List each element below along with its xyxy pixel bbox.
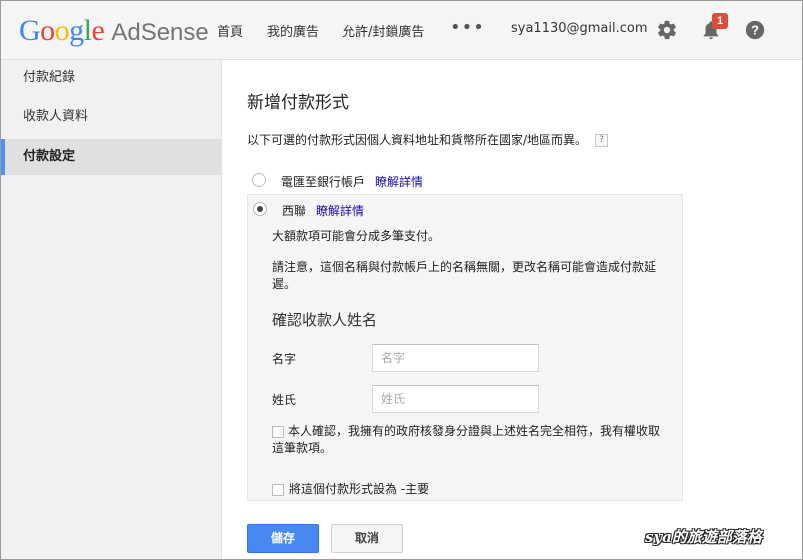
- split-payment-note: 大額款項可能會分成多筆支付。: [272, 229, 441, 243]
- western-union-panel: 西聯 瞭解詳情 大額款項可能會分成多筆支付。 請注意，這個名稱與付款帳戶上的名稱無…: [247, 194, 683, 501]
- nav-allow-block-ads[interactable]: 允許/封鎖廣告: [342, 21, 424, 40]
- more-menu-button[interactable]: •••: [450, 18, 485, 38]
- name-change-note: 請注意，這個名稱與付款帳戶上的名稱無關，更改名稱可能會造成付款延遲。: [272, 260, 657, 291]
- option-bank-transfer: 電匯至銀行帳戶 瞭解詳情: [281, 173, 423, 190]
- save-button[interactable]: 儲存: [247, 524, 319, 553]
- account-email[interactable]: sya1130@gmail.com: [511, 21, 648, 36]
- option-western-union: 西聯 瞭解詳情: [282, 202, 364, 219]
- notification-badge: 1: [712, 13, 728, 29]
- last-name-label: 姓氏: [272, 393, 297, 407]
- intro-text: 以下可選的付款形式因個人資料地址和貨幣所在國家/地區而異。?: [247, 131, 609, 148]
- top-header: Google AdSense 首頁 我的廣告 允許/封鎖廣告 ••• sya11…: [1, 1, 802, 60]
- sidebar-item-label: 收款人資料: [23, 109, 89, 124]
- confirm-name-heading: 確認收款人姓名: [272, 311, 378, 329]
- option-label: 電匯至銀行帳戶: [281, 175, 366, 189]
- last-name-input[interactable]: [372, 385, 539, 413]
- first-name-label: 名字: [272, 352, 297, 366]
- google-wordmark: Google: [19, 14, 105, 47]
- help-tooltip-icon[interactable]: ?: [595, 134, 609, 147]
- confirm-identity-text: 本人確認，我擁有的政府核發身分證與上述姓名完全相符，我有權收取這筆款項。: [272, 424, 661, 455]
- cancel-button[interactable]: 取消: [331, 524, 403, 553]
- adsense-window: Google AdSense 首頁 我的廣告 允許/封鎖廣告 ••• sya11…: [0, 0, 803, 560]
- main-content: 新增付款形式 以下可選的付款形式因個人資料地址和貨幣所在國家/地區而異。? 電匯…: [222, 60, 802, 559]
- option-label: 西聯: [282, 204, 307, 218]
- sidebar: 付款紀錄 收款人資料 付款設定: [1, 60, 222, 559]
- nav-my-ads[interactable]: 我的廣告: [267, 21, 319, 40]
- learn-more-link[interactable]: 瞭解詳情: [316, 204, 364, 218]
- page-title: 新增付款形式: [247, 93, 349, 113]
- svg-text:?: ?: [751, 23, 759, 38]
- watermark: sya的旅遊部落格: [645, 528, 762, 546]
- sidebar-item-payment-settings[interactable]: 付款設定: [1, 139, 221, 175]
- set-primary-checkbox[interactable]: [272, 484, 284, 496]
- gear-icon[interactable]: [656, 19, 678, 41]
- nav-home[interactable]: 首頁: [217, 21, 243, 40]
- sidebar-item-payee-profile[interactable]: 收款人資料: [1, 99, 221, 135]
- sidebar-item-payment-history[interactable]: 付款紀錄: [1, 60, 221, 96]
- set-primary-label: 將這個付款形式設為 -主要: [289, 482, 430, 496]
- adsense-logo[interactable]: Google AdSense: [19, 14, 209, 48]
- learn-more-link[interactable]: 瞭解詳情: [375, 175, 423, 189]
- radio-bank-transfer[interactable]: [252, 173, 266, 187]
- radio-western-union[interactable]: [253, 202, 267, 216]
- intro-label: 以下可選的付款形式因個人資料地址和貨幣所在國家/地區而異。: [247, 133, 588, 147]
- sidebar-item-label: 付款設定: [23, 149, 76, 164]
- first-name-input[interactable]: [372, 344, 539, 372]
- product-name: AdSense: [111, 19, 209, 46]
- sidebar-item-label: 付款紀錄: [23, 70, 76, 85]
- help-icon[interactable]: ?: [744, 19, 766, 41]
